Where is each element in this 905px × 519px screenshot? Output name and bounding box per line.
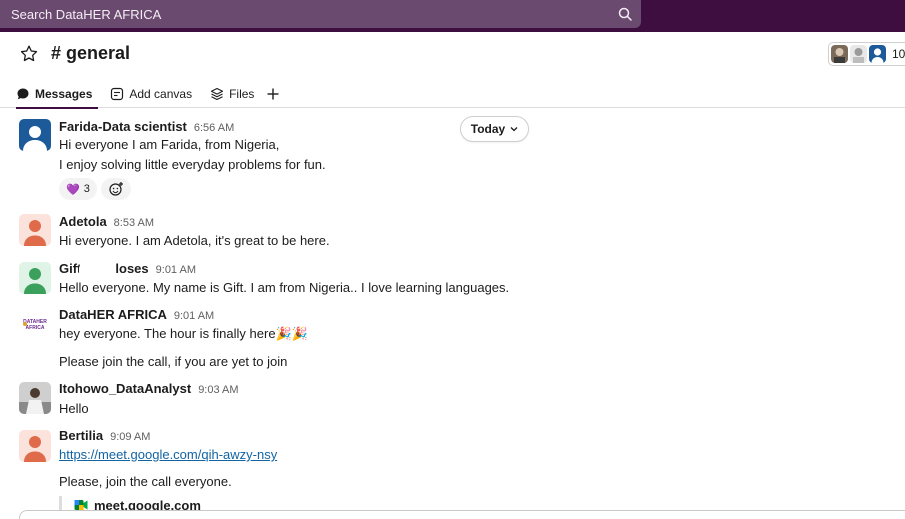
timestamp[interactable]: 9:01 AM bbox=[174, 310, 214, 322]
message-header: Gift loses 9:01 AM bbox=[59, 261, 196, 276]
top-bar: Search DataHER AFRICA bbox=[0, 0, 905, 32]
timestamp[interactable]: 9:01 AM bbox=[156, 264, 196, 276]
date-divider-label: Today bbox=[470, 122, 506, 136]
sender-name[interactable]: Bertilia bbox=[59, 428, 103, 443]
message-text: Hi everyone I am Farida, from Nigeria, bbox=[59, 137, 280, 152]
message-header: DataHER AFRICA 9:01 AM bbox=[59, 307, 214, 322]
star-button[interactable] bbox=[17, 41, 41, 67]
member-avatar bbox=[831, 45, 848, 63]
avatar[interactable] bbox=[19, 119, 51, 151]
avatar[interactable] bbox=[19, 382, 51, 414]
heart-emoji: 💜 bbox=[66, 183, 80, 196]
add-reaction-button[interactable] bbox=[101, 178, 131, 200]
redacted-mask bbox=[79, 264, 118, 275]
add-emoji-icon bbox=[109, 182, 123, 196]
sender-name[interactable]: Itohowo_DataAnalyst bbox=[59, 381, 191, 396]
avatar[interactable] bbox=[19, 430, 51, 462]
search-placeholder: Search DataHER AFRICA bbox=[11, 6, 162, 22]
message-header: Adetola 8:53 AM bbox=[59, 214, 154, 229]
message-header: Bertilia 9:09 AM bbox=[59, 428, 150, 443]
search-icon[interactable] bbox=[617, 6, 633, 22]
message-text: Hi everyone. I am Adetola, it's great to… bbox=[59, 233, 330, 248]
avatar[interactable] bbox=[19, 262, 51, 294]
sender-name[interactable]: Gift loses bbox=[59, 261, 149, 276]
channel-panel: # general 103 Messages Add canvas Files bbox=[0, 32, 905, 519]
timestamp[interactable]: 8:53 AM bbox=[114, 217, 154, 229]
sender-name-end: loses bbox=[115, 261, 149, 276]
members-button[interactable]: 103 bbox=[828, 42, 905, 66]
sender-name[interactable]: Farida-Data scientist bbox=[59, 119, 187, 134]
chevron-down-icon bbox=[510, 127, 518, 132]
meeting-link[interactable]: https://meet.google.com/qih-awzy-nsy bbox=[59, 447, 277, 462]
timestamp[interactable]: 9:03 AM bbox=[198, 384, 238, 396]
canvas-icon bbox=[111, 87, 124, 101]
message-text: hey everyone. The hour is finally here🎉🎉 bbox=[59, 326, 308, 341]
messages-icon bbox=[17, 88, 29, 100]
member-avatar bbox=[850, 45, 867, 63]
timestamp[interactable]: 6:56 AM bbox=[194, 122, 234, 134]
tab-label: Messages bbox=[35, 87, 93, 101]
date-divider-button[interactable]: Today bbox=[460, 116, 529, 142]
message-composer[interactable] bbox=[19, 510, 905, 519]
message-header: Farida-Data scientist 6:56 AM bbox=[59, 119, 234, 134]
tab-label: Files bbox=[229, 87, 255, 101]
channel-title[interactable]: # general bbox=[51, 43, 130, 64]
avatar[interactable] bbox=[19, 214, 51, 246]
avatar[interactable]: DATAHER AFRICA bbox=[19, 308, 51, 340]
message-text: Hello everyone. My name is Gift. I am fr… bbox=[59, 280, 510, 295]
sender-name-start: Gift bbox=[59, 261, 82, 276]
tab-label: Add canvas bbox=[129, 87, 193, 101]
member-count: 103 bbox=[892, 47, 905, 61]
reaction-pill[interactable]: 💜 3 bbox=[59, 178, 97, 200]
member-avatar bbox=[869, 45, 886, 63]
message-text: Please, join the call everyone. bbox=[59, 474, 232, 489]
tab-add-canvas[interactable]: Add canvas bbox=[110, 80, 192, 108]
channel-header: # general 103 Messages Add canvas Files bbox=[0, 32, 905, 109]
reaction-count: 3 bbox=[83, 183, 90, 195]
tab-messages[interactable]: Messages bbox=[16, 80, 99, 109]
tab-files[interactable]: Files bbox=[210, 80, 254, 108]
plus-icon bbox=[267, 88, 279, 100]
svg-text:AFRICA: AFRICA bbox=[26, 325, 45, 331]
sender-name[interactable]: Adetola bbox=[59, 214, 107, 229]
message-text: Hello bbox=[59, 401, 89, 416]
add-tab-button[interactable] bbox=[266, 80, 285, 108]
message-text: Please join the call, if you are yet to … bbox=[59, 354, 288, 369]
message-header: Itohowo_DataAnalyst 9:03 AM bbox=[59, 381, 239, 396]
message-text: I enjoy solving little everyday problems… bbox=[59, 157, 326, 172]
star-icon bbox=[20, 45, 38, 62]
search-bar[interactable]: Search DataHER AFRICA bbox=[0, 0, 641, 28]
channel-tabs: Messages Add canvas Files bbox=[16, 80, 303, 109]
files-icon bbox=[211, 87, 224, 101]
sender-name[interactable]: DataHER AFRICA bbox=[59, 307, 167, 322]
timestamp[interactable]: 9:09 AM bbox=[110, 431, 150, 443]
